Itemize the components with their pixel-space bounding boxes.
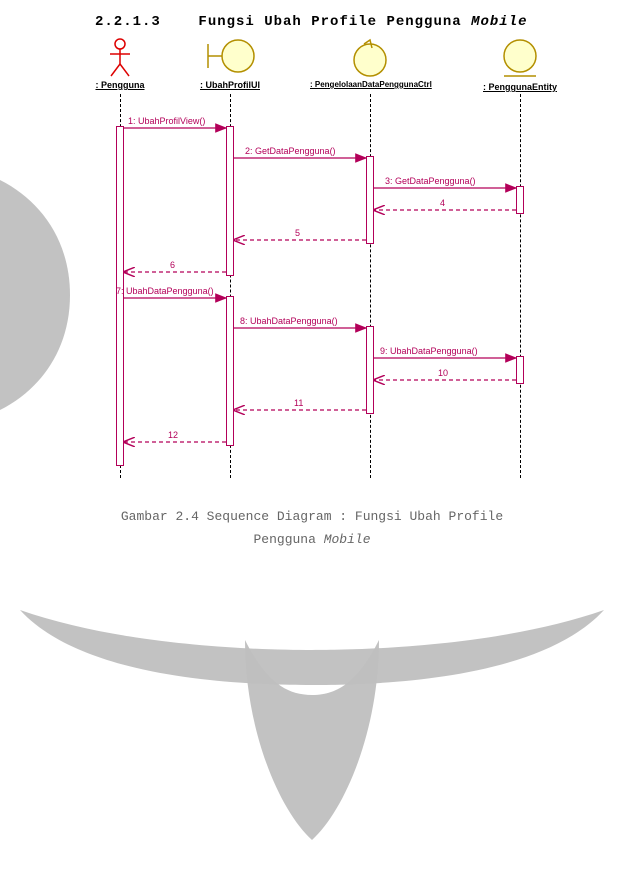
section-heading: 2.2.1.3 Fungsi Ubah Profile Pengguna Mob… — [95, 14, 527, 30]
caption-line1: Gambar 2.4 Sequence Diagram : Fungsi Uba… — [121, 509, 503, 524]
message-label: 3: GetDataPengguna() — [385, 176, 476, 186]
message-label: 5 — [295, 228, 300, 238]
sequence-diagram: : Pengguna : UbahProfilUI : PengelolaanD… — [50, 38, 590, 478]
message-label: 9: UbahDataPengguna() — [380, 346, 478, 356]
heading-text: Fungsi Ubah Profile Pengguna — [198, 14, 471, 30]
message-label: 8: UbahDataPengguna() — [240, 316, 338, 326]
heading-number: 2.2.1.3 — [95, 14, 161, 30]
message-label: 7: UbahDataPengguna() — [116, 286, 214, 296]
message-label: 4 — [440, 198, 445, 208]
heading-text-italic: Mobile — [471, 14, 527, 30]
watermark-shield — [245, 640, 379, 840]
message-label: 1: UbahProfilView() — [128, 116, 205, 126]
message-label: 10 — [438, 368, 448, 378]
caption-line2a: Pengguna — [253, 532, 323, 547]
message-label: 6 — [170, 260, 175, 270]
message-label: 12 — [168, 430, 178, 440]
caption-line2b: Mobile — [324, 532, 371, 547]
message-arrows — [50, 38, 590, 478]
message-label: 11 — [294, 398, 303, 408]
figure-caption: Gambar 2.4 Sequence Diagram : Fungsi Uba… — [0, 505, 624, 552]
message-label: 2: GetDataPengguna() — [245, 146, 336, 156]
